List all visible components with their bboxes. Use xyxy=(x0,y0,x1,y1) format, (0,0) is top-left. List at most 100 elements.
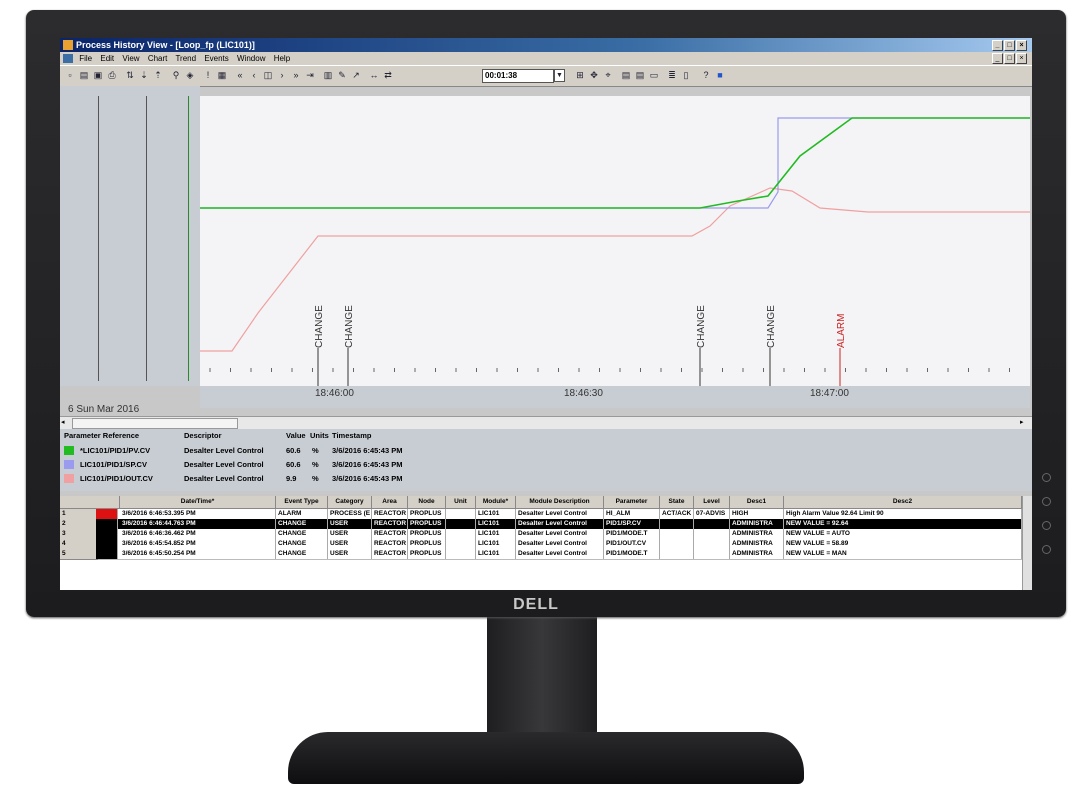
menu-window[interactable]: Window xyxy=(237,54,265,63)
trend-chart-svg: CHANGE CHANGE CHANGE CHANGE ALARM xyxy=(200,117,1030,386)
legend-header: Units xyxy=(310,431,329,440)
cell-d1: ADMINISTRA xyxy=(730,529,784,539)
horizontal-scrollbar[interactable]: ◂ ▸ xyxy=(60,416,1032,429)
doc-restore-button[interactable]: □ xyxy=(1004,53,1015,64)
cell-cat: USER xyxy=(328,549,372,559)
compress-time-icon[interactable]: ⇄ xyxy=(382,69,394,81)
column-header[interactable]: Parameter xyxy=(604,496,660,509)
close-button[interactable]: × xyxy=(1016,40,1027,51)
zoom-icon[interactable]: ⊞ xyxy=(574,69,586,81)
minimize-button[interactable]: _ xyxy=(992,40,1003,51)
event-flag xyxy=(96,549,118,559)
power-button[interactable] xyxy=(1042,545,1051,554)
layout2-icon[interactable]: ▤ xyxy=(634,69,646,81)
monitor-button[interactable] xyxy=(1042,473,1051,482)
vertical-scrollbar[interactable] xyxy=(1022,496,1032,590)
legend-units: % xyxy=(312,474,319,483)
column-header[interactable]: Area xyxy=(372,496,408,509)
first-page-icon[interactable]: « xyxy=(234,69,246,81)
open-icon[interactable]: ▤ xyxy=(78,69,90,81)
properties-icon[interactable]: ▯ xyxy=(680,69,692,81)
column-header[interactable]: Level xyxy=(694,496,730,509)
save-icon[interactable]: ▣ xyxy=(92,69,104,81)
sort-desc-icon[interactable]: ⇡ xyxy=(152,69,164,81)
column-header[interactable]: Module Description xyxy=(516,496,604,509)
expand-time-icon[interactable]: ↔ xyxy=(368,69,380,81)
cell-mdesc: Desalter Level Control xyxy=(516,539,604,549)
scroll-right-icon[interactable]: ▸ xyxy=(1020,418,1028,427)
cell-d2: NEW VALUE = MAN xyxy=(784,549,1022,559)
menu-bar: File Edit View Chart Trend Events Window… xyxy=(60,52,1032,65)
grid-icon[interactable]: ▦ xyxy=(216,69,228,81)
column-header[interactable]: State xyxy=(660,496,694,509)
maximize-button[interactable]: □ xyxy=(1004,40,1015,51)
x-tick-label: 18:47:00 xyxy=(810,388,849,399)
column-header[interactable]: Unit xyxy=(446,496,476,509)
fast-forward-icon[interactable]: » xyxy=(290,69,302,81)
cursor-icon[interactable]: ⌖ xyxy=(602,69,614,81)
monitor-button[interactable] xyxy=(1042,497,1051,506)
book-icon[interactable]: ■ xyxy=(714,69,726,81)
series-color-swatch xyxy=(64,460,74,469)
trend-icon[interactable]: ↗ xyxy=(350,69,362,81)
column-header[interactable]: Category xyxy=(328,496,372,509)
cell-state xyxy=(660,539,694,549)
new-icon[interactable]: ▫ xyxy=(64,69,76,81)
time-span-input[interactable]: 00:01:38 xyxy=(482,69,554,83)
cell-area: REACTOR xyxy=(374,509,408,519)
sort-asc-icon[interactable]: ⇣ xyxy=(138,69,150,81)
cell-type: ALARM xyxy=(276,509,328,519)
column-header[interactable]: Event Type xyxy=(276,496,328,509)
prev-icon[interactable]: ‹ xyxy=(248,69,260,81)
layout-icon[interactable]: ▤ xyxy=(620,69,632,81)
chart-icon[interactable]: ▥ xyxy=(322,69,334,81)
cell-unit xyxy=(446,549,476,559)
menu-events[interactable]: Events xyxy=(204,54,228,63)
trend-chart[interactable]: CHANGE CHANGE CHANGE CHANGE ALARM xyxy=(200,96,1030,386)
chevron-down-icon[interactable]: ▼ xyxy=(554,69,565,82)
scroll-left-icon[interactable]: ◂ xyxy=(61,418,69,427)
legend-row[interactable]: *LIC101/PID1/PV.CV Desalter Level Control… xyxy=(60,445,460,457)
column-header[interactable]: Desc1 xyxy=(730,496,784,509)
column-header[interactable]: Node xyxy=(408,496,446,509)
legend-row[interactable]: LIC101/PID1/SP.CV Desalter Level Control 6… xyxy=(60,459,460,471)
next-icon[interactable]: › xyxy=(276,69,288,81)
legend-units: % xyxy=(312,446,319,455)
column-header[interactable]: Desc2 xyxy=(784,496,1022,509)
pan-icon[interactable]: ✥ xyxy=(588,69,600,81)
menu-edit[interactable]: Edit xyxy=(100,54,114,63)
print-icon[interactable]: ⎙ xyxy=(106,69,118,81)
alarm-icon[interactable]: ◈ xyxy=(184,69,196,81)
monitor-button[interactable] xyxy=(1042,521,1051,530)
doc-minimize-button[interactable]: _ xyxy=(992,53,1003,64)
scroll-thumb[interactable] xyxy=(72,418,238,429)
legend-value: 9.9 xyxy=(286,474,297,483)
table-icon[interactable]: ▭ xyxy=(648,69,660,81)
pen-icon[interactable]: ✎ xyxy=(336,69,348,81)
cell-area: REACTOR xyxy=(374,519,408,529)
last-page-icon[interactable]: ⇥ xyxy=(304,69,316,81)
legend-ts: 3/6/2016 6:45:43 PM xyxy=(332,460,403,469)
cell-param: PID1/MODE.T xyxy=(604,529,660,539)
legend-row[interactable]: LIC101/PID1/OUT.CV Desalter Level Control… xyxy=(60,473,460,485)
doc-close-button[interactable]: × xyxy=(1016,53,1027,64)
help-icon[interactable]: ? xyxy=(700,69,712,81)
filter-icon[interactable]: ⚲ xyxy=(170,69,182,81)
menu-help[interactable]: Help xyxy=(274,54,290,63)
list-icon[interactable]: ≣ xyxy=(666,69,678,81)
legend-header: Timestamp xyxy=(332,431,372,440)
cell-d2: NEW VALUE = AUTO xyxy=(784,529,1022,539)
info-icon[interactable]: ! xyxy=(202,69,214,81)
table-row[interactable]: 5 3/6/2016 6:45:50.254 PM CHANGE USER REACTO… xyxy=(60,549,1022,560)
column-header[interactable]: Module* xyxy=(476,496,516,509)
menu-trend[interactable]: Trend xyxy=(175,54,196,63)
menu-file[interactable]: File xyxy=(79,54,92,63)
menu-view[interactable]: View xyxy=(122,54,139,63)
sort-icon[interactable]: ⇅ xyxy=(124,69,136,81)
menu-chart[interactable]: Chart xyxy=(148,54,168,63)
event-flag xyxy=(96,509,118,519)
event-flag xyxy=(96,529,118,539)
cell-cat: USER xyxy=(328,519,372,529)
column-header[interactable]: Date/Time* xyxy=(120,496,276,509)
window-icon[interactable]: ◫ xyxy=(262,69,274,81)
